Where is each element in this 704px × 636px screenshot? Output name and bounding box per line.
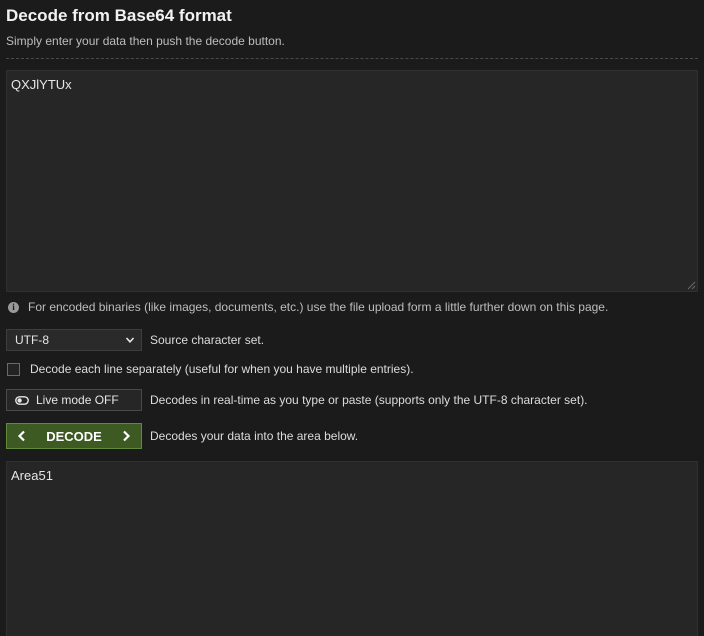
output-text: Area51 <box>11 468 53 483</box>
separate-lines-label[interactable]: Decode each line separately (useful for … <box>30 362 414 376</box>
decode-row: DECODE Decodes your data into the area b… <box>6 423 358 449</box>
info-note: i For encoded binaries (like images, doc… <box>8 300 608 314</box>
info-icon: i <box>8 301 19 313</box>
input-textarea[interactable]: QXJlYTUx <box>6 70 698 292</box>
decode-description: Decodes your data into the area below. <box>150 429 359 443</box>
charset-row: UTF-8 Source character set. <box>6 329 264 351</box>
input-text: QXJlYTUx <box>11 77 72 92</box>
info-text: For encoded binaries (like images, docum… <box>28 300 609 314</box>
page-subtitle: Simply enter your data then push the dec… <box>6 34 285 48</box>
page: Decode from Base64 format Simply enter y… <box>0 0 704 636</box>
resize-grip-icon[interactable] <box>686 280 696 290</box>
charset-label: Source character set. <box>150 333 265 347</box>
decode-label: DECODE <box>46 428 102 444</box>
chevron-left-icon <box>17 430 25 442</box>
live-mode-row: Live mode OFF Decodes in real-time as yo… <box>6 389 588 411</box>
charset-selected: UTF-8 <box>15 333 49 347</box>
live-mode-label: Live mode OFF <box>36 393 119 407</box>
divider <box>6 58 698 59</box>
separate-lines-row: Decode each line separately (useful for … <box>6 362 414 376</box>
output-textarea[interactable]: Area51 <box>6 461 698 636</box>
chevron-right-icon <box>123 430 131 442</box>
live-mode-button[interactable]: Live mode OFF <box>6 389 142 411</box>
live-mode-description: Decodes in real-time as you type or past… <box>150 393 588 407</box>
decode-button[interactable]: DECODE <box>6 423 142 449</box>
separate-lines-checkbox[interactable] <box>7 362 20 376</box>
toggle-icon <box>15 395 29 405</box>
page-title: Decode from Base64 format <box>6 6 232 25</box>
chevron-down-icon <box>125 337 135 343</box>
charset-select[interactable]: UTF-8 <box>6 329 142 351</box>
